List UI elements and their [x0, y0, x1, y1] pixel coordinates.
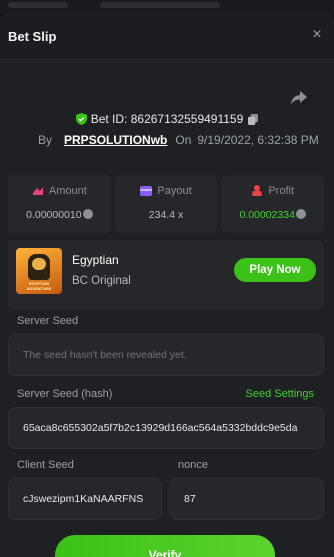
stat-profit: Profit 0.00002334 — [221, 175, 325, 233]
thumbnail-caption: EGYPTIAN ADVENTURE — [26, 281, 52, 291]
shield-check-icon — [75, 113, 87, 125]
client-seed-field[interactable]: cJswezipm1KaNAARFNS — [8, 478, 162, 520]
bet-id-value: 86267132559491159 — [130, 112, 244, 126]
client-seed-value: cJswezipm1KaNAARFNS — [23, 493, 144, 505]
server-seed-field[interactable]: The seed hasn't been revealed yet. — [8, 334, 324, 376]
by-label: By — [38, 133, 53, 147]
backdrop-ghost — [100, 2, 220, 8]
amount-icon — [32, 187, 43, 195]
bet-datetime: 9/19/2022, 6:32:38 PM — [197, 133, 319, 147]
server-seed-hash-field[interactable]: 65aca8c655302a5f7b2c13929d166ac564a5332b… — [8, 407, 324, 449]
user-link[interactable]: PRPSOLUTIONwb — [64, 133, 167, 147]
stat-payout-text: Payout — [157, 185, 192, 197]
stat-payout-value: 234.4 x — [148, 209, 184, 221]
play-now-button[interactable]: Play Now — [234, 258, 316, 282]
stat-profit-value: 0.00002334 — [221, 209, 324, 221]
nonce-field[interactable]: 87 — [169, 478, 324, 520]
bet-id-row: Bet ID: 86267132559491159 — [0, 112, 334, 126]
pharaoh-icon — [28, 254, 50, 280]
stat-amount-number: 0.00000010 — [26, 209, 82, 221]
share-icon[interactable] — [290, 90, 308, 106]
game-provider: BC Original — [72, 275, 131, 287]
stat-amount: Amount 0.00000010 — [8, 175, 111, 233]
server-seed-placeholder: The seed hasn't been revealed yet. — [23, 349, 187, 361]
server-seed-label: Server Seed — [17, 315, 79, 327]
stat-profit-label: Profit — [221, 185, 324, 197]
server-seed-hash-value: 65aca8c655302a5f7b2c13929d166ac564a5332b… — [23, 422, 298, 434]
game-card: EGYPTIAN ADVENTURE Egyptian BC Original … — [8, 240, 324, 310]
coin-icon — [295, 209, 306, 219]
bet-author-row: By PRPSOLUTIONwb On 9/19/2022, 6:32:38 PM — [38, 133, 319, 147]
stat-payout-label: Payout — [115, 185, 218, 197]
stat-profit-text: Profit — [268, 185, 295, 197]
nonce-value: 87 — [184, 493, 196, 505]
profit-icon — [252, 185, 263, 196]
game-name: Egyptian — [72, 253, 119, 267]
nonce-label: nonce — [178, 459, 208, 471]
bet-slip-modal: Bet Slip × Bet ID: 86267132559491159 By P… — [0, 12, 334, 557]
bet-stats: Amount 0.00000010 Payout 234.4 x Profit … — [8, 175, 325, 233]
modal-title: Bet Slip — [8, 29, 57, 44]
on-label: On — [175, 133, 192, 147]
backdrop-ghost — [8, 2, 68, 8]
page: Bet Slip × Bet ID: 86267132559491159 By P… — [0, 0, 334, 557]
verify-button[interactable]: Verify — [55, 535, 275, 557]
stat-amount-value: 0.00000010 — [8, 209, 111, 221]
stat-amount-label: Amount — [8, 185, 111, 197]
client-seed-label: Client Seed — [17, 459, 74, 471]
server-seed-hash-label: Server Seed (hash) — [17, 388, 113, 400]
coin-icon — [82, 209, 93, 219]
payout-icon — [140, 186, 153, 196]
copy-icon[interactable] — [248, 114, 259, 125]
modal-header: Bet Slip × — [0, 12, 334, 60]
stat-profit-number: 0.00002334 — [239, 209, 295, 221]
stat-amount-text: Amount — [48, 185, 87, 197]
seed-settings-link[interactable]: Seed Settings — [246, 388, 315, 400]
bet-id-prefix: Bet ID: — [90, 112, 128, 126]
stat-payout: Payout 234.4 x — [114, 175, 218, 233]
game-thumbnail[interactable]: EGYPTIAN ADVENTURE — [16, 248, 62, 294]
close-icon[interactable]: × — [308, 26, 326, 44]
